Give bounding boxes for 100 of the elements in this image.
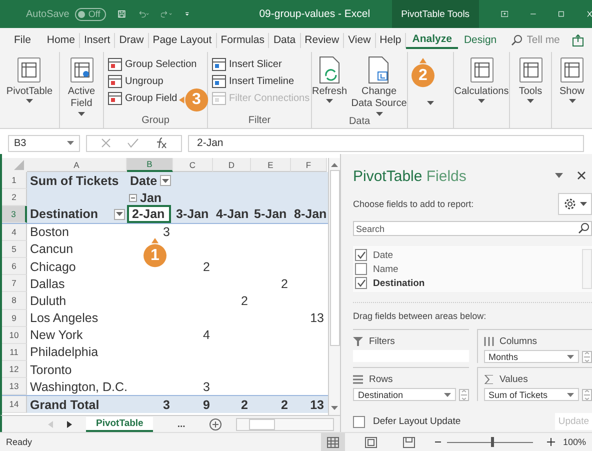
- zoom-slider-thumb[interactable]: [490, 437, 494, 447]
- row-header[interactable]: 13: [2, 378, 27, 396]
- table-cell: 3: [202, 380, 211, 394]
- next-sheet-icon[interactable]: [67, 420, 72, 428]
- caret-icon: [444, 392, 450, 396]
- ribbon-button[interactable]: PivotTable: [6, 56, 53, 103]
- ribbon-tab[interactable]: Design: [458, 32, 503, 48]
- name-box[interactable]: B3: [8, 134, 80, 152]
- row-header[interactable]: 9: [2, 310, 27, 327]
- ribbon-tab[interactable]: View: [344, 32, 376, 48]
- ribbon-display-icon[interactable]: [500, 8, 508, 20]
- table-cell: 4-Jan: [215, 207, 250, 222]
- row-header[interactable]: 10: [2, 326, 27, 344]
- row-header[interactable]: 12: [2, 361, 27, 378]
- row-header[interactable]: 7: [2, 275, 27, 292]
- ribbon-button[interactable]: Group Selection: [108, 56, 197, 72]
- ribbon-tab[interactable]: Help: [376, 32, 406, 48]
- ribbon-button[interactable]: Insert Timeline: [212, 73, 294, 89]
- checkbox[interactable]: [355, 277, 367, 289]
- table-cell: Dallas: [29, 276, 66, 291]
- ribbon-button[interactable]: Change Data Source: [351, 56, 408, 116]
- row-header[interactable]: 4: [2, 224, 27, 241]
- table-cell: 8-Jan: [293, 207, 328, 222]
- scroll-up-icon[interactable]: [331, 162, 338, 167]
- column-header[interactable]: A: [27, 158, 127, 172]
- ribbon-tab[interactable]: Home: [42, 32, 80, 48]
- column-header[interactable]: E: [251, 158, 291, 172]
- field-list-scrollbar[interactable]: [582, 249, 592, 289]
- sheet-tab[interactable]: PivotTable: [86, 416, 154, 432]
- row-header[interactable]: 8: [2, 292, 27, 310]
- table-cell: Los Angeles: [29, 311, 100, 326]
- horizontal-scrollbar[interactable]: [236, 418, 334, 430]
- ribbon-tab[interactable]: Insert: [80, 32, 116, 48]
- ribbon-button[interactable]: Tools: [518, 56, 544, 103]
- checkbox[interactable]: [355, 249, 367, 261]
- command-icon: [108, 74, 122, 88]
- sheet-tab[interactable]: ...: [167, 418, 196, 430]
- row-header[interactable]: 5: [2, 240, 27, 258]
- table-cell: 2: [280, 276, 289, 291]
- ribbon-button[interactable]: Active Field: [62, 56, 102, 116]
- collapse-icon[interactable]: [129, 194, 137, 202]
- ribbon-tab[interactable]: Review: [300, 32, 344, 48]
- filter-dropdown-button[interactable]: [160, 175, 171, 186]
- ribbon-tab[interactable]: File: [10, 32, 35, 48]
- filter-dropdown-button[interactable]: [114, 208, 125, 220]
- scroll-down-icon[interactable]: [331, 406, 338, 411]
- caret-icon[interactable]: [555, 173, 563, 178]
- checkbox[interactable]: [353, 416, 365, 428]
- table-cell: 2: [240, 398, 249, 412]
- zoom-in-icon[interactable]: [546, 438, 555, 446]
- vertical-scrollbar[interactable]: [328, 158, 340, 415]
- area-field-dropdown[interactable]: Months: [484, 350, 579, 363]
- ribbon-button[interactable]: Calculations: [454, 56, 509, 103]
- close-icon[interactable]: [586, 8, 592, 20]
- panel-title: PivotTable Fields: [353, 168, 468, 185]
- column-header[interactable]: C: [173, 158, 213, 172]
- ribbon-button[interactable]: Show: [559, 56, 585, 103]
- settings-dropdown[interactable]: [558, 193, 592, 215]
- column-header[interactable]: B: [127, 158, 173, 172]
- normal-view-icon[interactable]: [320, 433, 345, 451]
- zoom-level-text: 100%: [562, 437, 586, 447]
- table-cell: Boston: [29, 225, 70, 240]
- column-header[interactable]: F: [291, 158, 327, 172]
- share-icon[interactable]: [572, 33, 586, 47]
- formula-field[interactable]: 2-Jan: [188, 134, 584, 152]
- row-header[interactable]: 14: [2, 396, 27, 413]
- ribbon-button[interactable]: Insert Slicer: [212, 56, 282, 72]
- search-field[interactable]: Search: [353, 221, 592, 236]
- row-header[interactable]: 6: [2, 258, 27, 276]
- ribbon-tab[interactable]: Draw: [115, 32, 149, 48]
- group-label: Filter: [248, 115, 271, 126]
- insert-function-icon[interactable]: [155, 137, 167, 149]
- ribbon-tab[interactable]: Analyze: [406, 32, 458, 48]
- ribbon-tab[interactable]: Data: [269, 32, 301, 48]
- row-header[interactable]: 3: [2, 206, 27, 223]
- calculations-icon: [468, 56, 494, 84]
- table-cell: 13: [309, 311, 325, 326]
- table-cell: Grand Total: [29, 398, 100, 412]
- group-label: Group: [142, 115, 170, 126]
- row-header[interactable]: 11: [2, 344, 27, 362]
- area-field-dropdown[interactable]: Sum of Tickets: [484, 388, 579, 401]
- ribbon-button[interactable]: Group Field: [108, 90, 178, 106]
- ribbon-tab[interactable]: Page Layout: [148, 32, 217, 48]
- close-icon[interactable]: [577, 171, 586, 180]
- refresh-icon: [316, 56, 342, 84]
- add-sheet-icon[interactable]: [209, 418, 222, 430]
- ribbon-button[interactable]: Ungroup: [108, 73, 164, 89]
- row-header[interactable]: 1: [2, 172, 27, 190]
- rows-icon: [353, 374, 363, 384]
- command-icon: [212, 92, 226, 104]
- ribbon-tab[interactable]: Formulas: [216, 32, 270, 48]
- ribbon-button[interactable]: Refresh: [312, 56, 348, 103]
- instruction-text: Choose fields to add to report:: [353, 199, 474, 209]
- group-label: Data: [348, 116, 370, 127]
- table-cell: 13: [309, 398, 325, 412]
- tell-me-field[interactable]: Tell me: [526, 34, 567, 46]
- checkbox[interactable]: [355, 263, 367, 275]
- row-header[interactable]: 2: [2, 189, 27, 206]
- area-field-dropdown[interactable]: Destination: [353, 388, 456, 401]
- column-header[interactable]: D: [213, 158, 251, 172]
